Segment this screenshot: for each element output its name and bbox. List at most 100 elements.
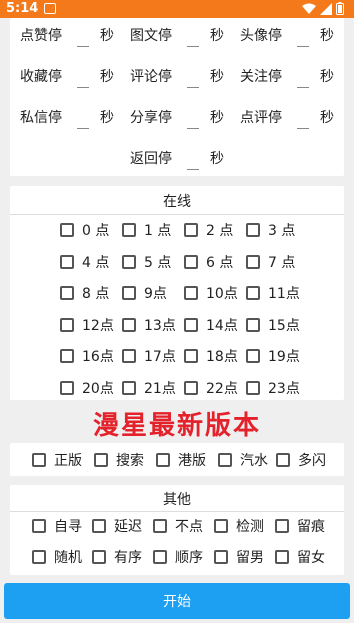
checkbox-box[interactable] [246, 380, 260, 395]
divider [10, 214, 344, 215]
version-checkbox-3[interactable]: 汽水 [218, 450, 268, 470]
hour-checkbox-19[interactable]: 19点 [246, 346, 300, 366]
version-checkbox-1[interactable]: 搜索 [94, 450, 144, 470]
checkbox-box[interactable] [214, 519, 228, 533]
other-checkbox-5[interactable]: 随机 [32, 547, 82, 567]
checkbox-box[interactable] [122, 254, 136, 269]
checkbox-box[interactable] [60, 317, 74, 332]
hour-checkbox-21[interactable]: 21点 [122, 378, 176, 398]
hour-checkbox-23[interactable]: 23点 [246, 378, 300, 398]
other-checkbox-0[interactable]: 自寻 [32, 516, 82, 536]
checkbox-box[interactable] [153, 519, 167, 533]
stop-share-input[interactable] [187, 128, 199, 129]
other-checkbox-7[interactable]: 顺序 [153, 547, 203, 567]
hour-checkbox-17[interactable]: 17点 [122, 346, 176, 366]
checkbox-box[interactable] [246, 317, 260, 332]
hour-checkbox-7[interactable]: 7 点 [246, 252, 295, 272]
checkbox-box[interactable] [122, 380, 136, 395]
checkbox-box[interactable] [60, 223, 74, 237]
other-checkbox-8[interactable]: 留男 [214, 547, 264, 567]
other-checkbox-2[interactable]: 不点 [153, 516, 203, 536]
stop-like-input[interactable] [77, 46, 89, 47]
checkbox-box[interactable] [60, 349, 74, 363]
hour-checkbox-2[interactable]: 2 点 [184, 220, 233, 240]
hour-checkbox-22[interactable]: 22点 [184, 378, 238, 398]
version-checkbox-4[interactable]: 多闪 [276, 450, 326, 470]
stop-post-input[interactable] [187, 46, 199, 47]
stop-avatar-input[interactable] [297, 46, 309, 47]
hour-checkbox-20[interactable]: 20点 [60, 378, 114, 398]
hour-checkbox-10-label: 10点 [206, 286, 238, 302]
hour-checkbox-11[interactable]: 11点 [246, 283, 300, 303]
hour-checkbox-0[interactable]: 0 点 [60, 220, 109, 240]
checkbox-box[interactable] [184, 317, 198, 332]
other-checkbox-6[interactable]: 有序 [92, 547, 142, 567]
other-checkbox-9-label: 留女 [297, 550, 325, 566]
checkbox-box[interactable] [276, 453, 290, 467]
stop-follow-input[interactable] [297, 87, 309, 88]
hour-checkbox-1[interactable]: 1 点 [122, 220, 171, 240]
checkbox-box[interactable] [246, 223, 260, 237]
checkbox-box[interactable] [184, 223, 198, 237]
hour-checkbox-13[interactable]: 13点 [122, 315, 176, 335]
stop-comment-input[interactable] [187, 87, 199, 88]
checkbox-box[interactable] [153, 550, 167, 564]
checkbox-box[interactable] [214, 550, 228, 564]
version-checkbox-0[interactable]: 正版 [32, 450, 82, 470]
checkbox-box[interactable] [122, 349, 136, 363]
checkbox-box[interactable] [122, 223, 136, 237]
checkbox-box[interactable] [184, 254, 198, 269]
checkbox-box[interactable] [184, 286, 198, 300]
start-button[interactable]: 开始 [4, 583, 350, 619]
checkbox-box[interactable] [156, 453, 170, 467]
hour-checkbox-18[interactable]: 18点 [184, 346, 238, 366]
seconds-unit: 秒 [320, 110, 334, 126]
checkbox-box[interactable] [60, 380, 74, 395]
checkbox-box[interactable] [275, 550, 289, 564]
stop-review-input[interactable] [297, 128, 309, 129]
stop-back-input[interactable] [187, 169, 199, 170]
hour-checkbox-5[interactable]: 5 点 [122, 252, 171, 272]
checkbox-box[interactable] [184, 349, 198, 363]
hour-checkbox-10[interactable]: 10点 [184, 283, 238, 303]
checkbox-box[interactable] [32, 519, 46, 533]
app-notification-icon [44, 3, 56, 14]
hour-checkbox-15[interactable]: 15点 [246, 315, 300, 335]
seconds-unit: 秒 [100, 69, 114, 85]
checkbox-box[interactable] [246, 286, 260, 300]
checkbox-box[interactable] [275, 519, 289, 533]
checkbox-box[interactable] [246, 349, 260, 363]
other-checkbox-9[interactable]: 留女 [275, 547, 325, 567]
other-checkbox-3[interactable]: 检测 [214, 516, 264, 536]
version-checkbox-0-label: 正版 [54, 453, 82, 469]
hour-checkbox-22-label: 22点 [206, 380, 238, 397]
stop-favorite-label: 收藏停 [20, 69, 62, 85]
version-checkbox-3-label: 汽水 [240, 453, 268, 469]
hour-checkbox-4[interactable]: 4 点 [60, 252, 109, 272]
hour-checkbox-12[interactable]: 12点 [60, 315, 114, 335]
other-checkbox-4[interactable]: 留痕 [275, 516, 325, 536]
checkbox-box[interactable] [32, 550, 46, 564]
version-checkbox-2[interactable]: 港版 [156, 450, 206, 470]
checkbox-box[interactable] [92, 550, 106, 564]
checkbox-box[interactable] [60, 286, 74, 300]
hour-checkbox-3[interactable]: 3 点 [246, 220, 295, 240]
stop-favorite-input[interactable] [77, 87, 89, 88]
checkbox-box[interactable] [246, 254, 260, 269]
checkbox-box[interactable] [218, 453, 232, 467]
hour-checkbox-6[interactable]: 6 点 [184, 252, 233, 272]
hour-checkbox-9[interactable]: 9点 [122, 283, 167, 303]
hour-checkbox-14[interactable]: 14点 [184, 315, 238, 335]
hour-checkbox-19-label: 19点 [268, 349, 300, 365]
checkbox-box[interactable] [184, 380, 198, 395]
checkbox-box[interactable] [32, 453, 46, 467]
checkbox-box[interactable] [94, 453, 108, 467]
stop-message-input[interactable] [77, 128, 89, 129]
checkbox-box[interactable] [92, 519, 106, 533]
hour-checkbox-8[interactable]: 8 点 [60, 283, 109, 303]
other-checkbox-1[interactable]: 延迟 [92, 516, 142, 536]
hour-checkbox-16[interactable]: 16点 [60, 346, 114, 366]
checkbox-box[interactable] [60, 254, 74, 269]
checkbox-box[interactable] [122, 317, 136, 332]
checkbox-box[interactable] [122, 286, 136, 300]
